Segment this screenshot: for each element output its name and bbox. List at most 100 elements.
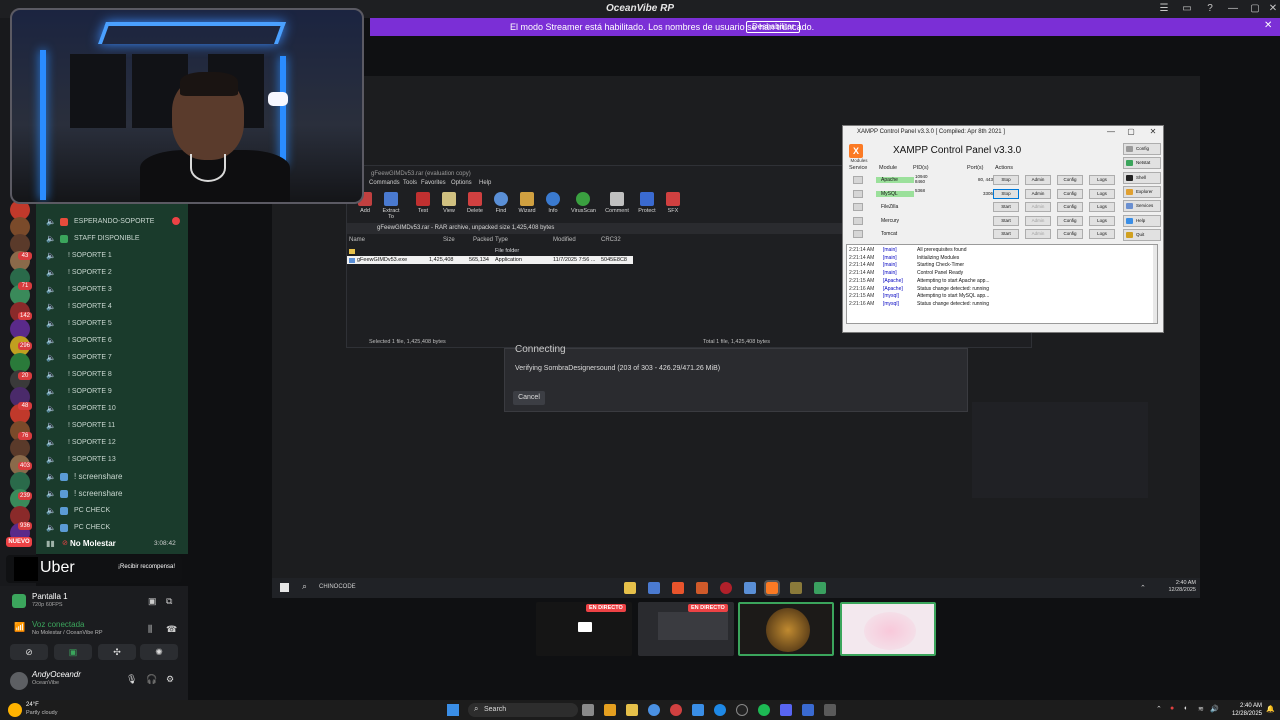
windows-start-icon[interactable]: [447, 704, 459, 716]
disconnect-icon[interactable]: ☎: [166, 624, 177, 635]
module-config-button[interactable]: Config: [1057, 202, 1083, 213]
weather-icon[interactable]: [8, 703, 22, 717]
voice-channel-item[interactable]: 🔈 ! SOPORTE 2: [46, 265, 186, 281]
file-explorer-icon[interactable]: [604, 704, 616, 716]
avatar[interactable]: [10, 672, 28, 690]
soundboard-button[interactable]: ✺: [140, 644, 178, 660]
module-config-button[interactable]: Config: [1057, 215, 1083, 226]
voice-channel-item[interactable]: 🔈 ! SOPORTE 11: [46, 418, 186, 434]
menu-favorites[interactable]: Favorites: [421, 180, 446, 186]
stream-thumbnail[interactable]: [840, 602, 936, 656]
disable-streamer-button[interactable]: Deshabilitar: [746, 21, 801, 33]
stream-thumbnail[interactable]: EN DIRECTO: [536, 602, 632, 656]
voice-channel-item[interactable]: 🔈 PC CHECK: [46, 520, 186, 536]
table-row[interactable]: File folder: [347, 247, 633, 255]
weather-description[interactable]: Partly cloudy: [26, 710, 58, 716]
voice-channel-item[interactable]: 🔈 ! SOPORTE 9: [46, 384, 186, 400]
voice-channel-item[interactable]: 🔈 PC CHECK: [46, 503, 186, 519]
module-logs-button[interactable]: Logs: [1089, 175, 1115, 185]
app-icon[interactable]: [692, 704, 704, 716]
col-modified[interactable]: Modified: [553, 237, 576, 243]
stream-thumbnail-selected[interactable]: [738, 602, 834, 656]
toolbar-wizard-button[interactable]: Wizard: [515, 192, 539, 214]
taskbar-clock[interactable]: 2:40 AM 12/28/2025: [1222, 702, 1262, 718]
col-packed[interactable]: Packed: [473, 237, 493, 243]
menu-tools[interactable]: Tools: [403, 180, 417, 186]
shell-button[interactable]: Shell: [1123, 171, 1161, 184]
headphones-icon[interactable]: 🎧: [146, 674, 157, 685]
toolbar-delete-button[interactable]: Delete: [463, 192, 487, 214]
toolbar-extract-to-button[interactable]: Extract To: [379, 192, 403, 220]
volume-icon[interactable]: 🔊: [1210, 705, 1219, 713]
close-button[interactable]: ✕: [1147, 127, 1159, 136]
toolbar-sfx-button[interactable]: SFX: [661, 192, 685, 214]
chevron-up-icon[interactable]: ⌃: [1156, 705, 1162, 713]
module-logs-button[interactable]: Logs: [1089, 215, 1115, 226]
toolbar-test-button[interactable]: Test: [411, 192, 435, 214]
service-checkbox[interactable]: [853, 189, 863, 198]
voice-channel-item[interactable]: 🔈 ! SOPORTE 5: [46, 316, 186, 332]
module-logs-button[interactable]: Logs: [1089, 188, 1115, 199]
services-button[interactable]: Services: [1123, 200, 1161, 213]
inbox-icon[interactable]: ☰: [1157, 2, 1171, 16]
maximize-button[interactable]: ▢: [1248, 2, 1262, 16]
module-start-button[interactable]: Start: [993, 202, 1019, 213]
tray-app-icon[interactable]: ◐: [1184, 705, 1188, 712]
cancel-button[interactable]: Cancel: [513, 391, 545, 405]
maximize-button[interactable]: ▢: [1125, 127, 1137, 136]
module-admin-button[interactable]: Admin: [1025, 175, 1051, 185]
uber-promo[interactable]: Uber ¡Recibir recompensa!: [6, 555, 182, 583]
voice-channel-item[interactable]: 🔈 ! SOPORTE 7: [46, 350, 186, 366]
current-channel[interactable]: ▮▮ ⊘ No Molestar 3:08:42: [36, 537, 186, 551]
quit-button[interactable]: Quit: [1123, 228, 1161, 241]
voice-channel[interactable]: No Molestar / OceanVibe RP: [32, 630, 103, 636]
service-checkbox[interactable]: [853, 230, 863, 239]
menu-options[interactable]: Options: [451, 180, 472, 186]
table-row-selected[interactable]: gFeewGIMDv53.exe 1,425,408 565,134 Appli…: [347, 256, 633, 264]
claim-reward-button[interactable]: ¡Recibir recompensa!: [118, 564, 175, 570]
module-config-button[interactable]: Config: [1057, 175, 1083, 185]
stream-settings-icon[interactable]: ▣: [148, 596, 157, 607]
toolbar-protect-button[interactable]: Protect: [635, 192, 659, 214]
voice-channel-item[interactable]: 🔈 ! SOPORTE 13: [46, 452, 186, 468]
noise-icon[interactable]: ⫼: [148, 624, 152, 635]
tray-app-icon[interactable]: ●: [1170, 705, 1174, 712]
minimize-button[interactable]: —: [1226, 2, 1240, 16]
module-config-button[interactable]: Config: [1057, 229, 1083, 240]
module-stop-button[interactable]: Stop: [993, 175, 1019, 185]
voice-channel-item[interactable]: 🔈 ! SOPORTE 12: [46, 435, 186, 451]
wifi-icon[interactable]: ≋: [1198, 705, 1204, 713]
screen-icon[interactable]: ▭: [1180, 2, 1194, 16]
voice-channel-item[interactable]: 🔈 ESPERANDO-SOPORTE: [46, 214, 186, 230]
task-view-icon[interactable]: [582, 704, 594, 716]
voice-channel-item[interactable]: 🔈 ! SOPORTE 1: [46, 248, 186, 264]
toolbar-info-button[interactable]: Info: [541, 192, 565, 214]
microphone-icon[interactable]: 🎙: [126, 674, 137, 685]
netstat-button[interactable]: Netstat: [1123, 157, 1161, 170]
voice-channel-item[interactable]: 🔈 ! SOPORTE 3: [46, 282, 186, 298]
col-crc[interactable]: CRC32: [601, 237, 621, 243]
xampp-window[interactable]: XAMPP Control Panel v3.3.0 [ Compiled: A…: [842, 125, 1164, 333]
service-checkbox[interactable]: [853, 203, 863, 212]
notification-icon[interactable]: 🔔: [1266, 705, 1275, 713]
help-button[interactable]: Help: [1123, 214, 1161, 227]
module-admin-button[interactable]: Admin: [1025, 188, 1051, 199]
gear-icon[interactable]: ⚙: [166, 674, 174, 685]
toolbar-view-button[interactable]: View: [437, 192, 461, 214]
explorer-button[interactable]: Explorer: [1123, 185, 1161, 198]
popout-icon[interactable]: ⧉: [166, 596, 172, 607]
camera-off-button[interactable]: ⊘: [10, 644, 48, 660]
stream-thumbnail[interactable]: EN DIRECTO: [638, 602, 734, 656]
service-checkbox[interactable]: [853, 176, 863, 184]
activities-button[interactable]: ✣: [98, 644, 136, 660]
menu-commands[interactable]: Commands: [369, 180, 400, 186]
folder-icon[interactable]: [626, 704, 638, 716]
weather-temperature[interactable]: 24°F: [26, 702, 39, 708]
module-config-button[interactable]: Config: [1057, 188, 1083, 199]
voice-channel-item[interactable]: 🔈 ! SOPORTE 6: [46, 333, 186, 349]
module-logs-button[interactable]: Logs: [1089, 229, 1115, 240]
minimize-button[interactable]: —: [1105, 127, 1117, 136]
module-start-button[interactable]: Start: [993, 229, 1019, 240]
help-icon[interactable]: ?: [1203, 2, 1217, 16]
service-checkbox[interactable]: [853, 216, 863, 225]
